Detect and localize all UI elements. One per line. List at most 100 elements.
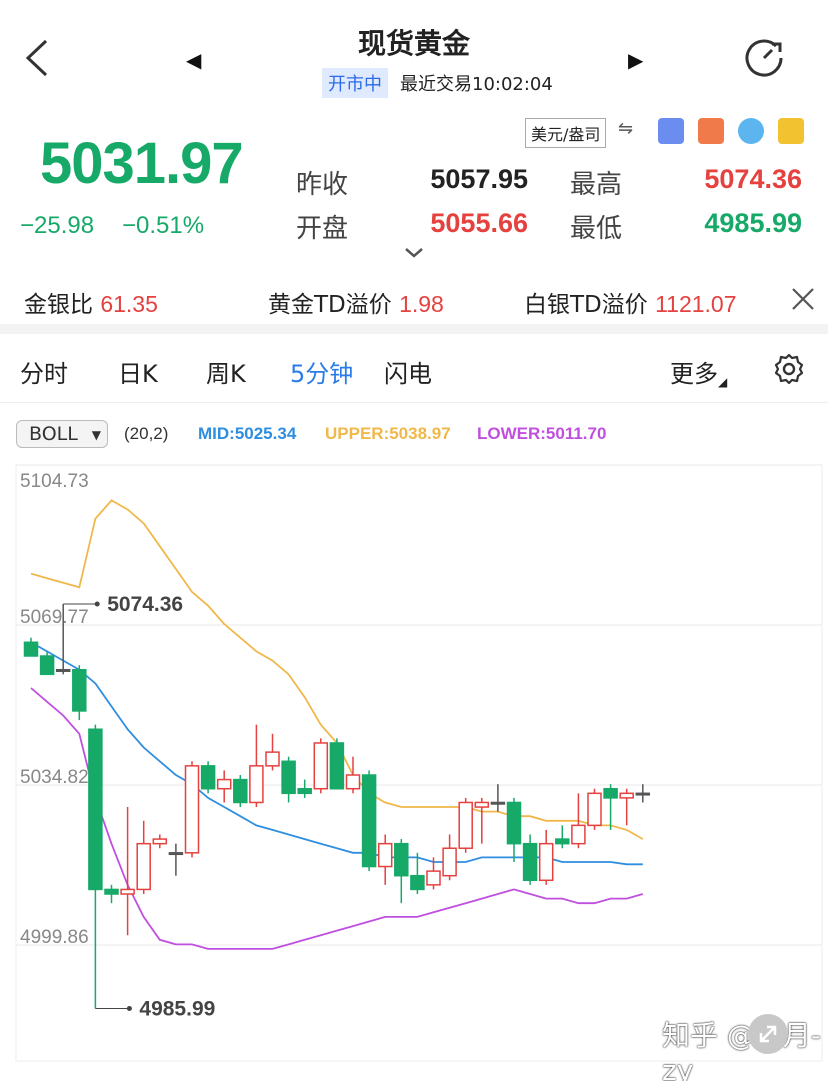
watermark: 知乎 @赵月-zy: [662, 1019, 822, 1081]
page-title: 现货黄金: [357, 27, 470, 60]
last-trade-time: 最近交易10:02:04: [400, 74, 553, 95]
candle-body: [474, 801, 490, 808]
boll-mid-value: MID:5025.34: [198, 424, 297, 443]
tab-weekly-k[interactable]: 周K: [206, 354, 246, 389]
candle-body: [394, 842, 409, 877]
status-badge: 开市中: [322, 68, 388, 98]
y-tick-label: 4999.86: [20, 927, 89, 948]
gold-silver-value: 61.35: [100, 291, 158, 317]
candle-body: [216, 778, 232, 790]
candle-body: [442, 847, 457, 877]
gold-td-premium: 黄金TD溢价 1.98: [268, 285, 444, 319]
indicator-select[interactable]: BOLL ▼: [16, 420, 108, 448]
candle-body: [104, 888, 119, 895]
app-screen: ◀ ▶ 现货黄金 开市中 最近交易10:02:04 5031.97 −25.98…: [0, 0, 828, 1081]
dropdown-triangle-icon: ▼: [91, 428, 101, 442]
tab-5min[interactable]: 5分钟: [290, 354, 353, 389]
gold-td-value: 1.98: [399, 291, 444, 317]
candle-body: [297, 787, 312, 795]
vip-icon[interactable]: [778, 118, 804, 144]
currency-unit[interactable]: 美元/盎司: [525, 118, 607, 148]
prev-close-value: 5057.95: [430, 164, 528, 194]
candle-body: [329, 742, 345, 790]
low-marker-dot: [126, 1005, 132, 1011]
candle-body: [23, 641, 39, 657]
low-marker-label: 4985.99: [139, 997, 215, 1020]
price-change: −25.98: [20, 212, 95, 239]
candlestick-chart[interactable]: 5104.73 5069.77 5034.82 4999.86 5074.36 4985.…: [0, 455, 828, 1081]
silver-td-label: 白银TD溢价: [524, 292, 648, 318]
chart-frame: [15, 464, 823, 1062]
candle-body: [120, 888, 135, 895]
pie-chart-icon[interactable]: [738, 118, 764, 144]
trade-status: 开市中 最近交易10:02:04: [322, 68, 553, 98]
tab-divider: [0, 402, 828, 403]
candle-body: [152, 838, 168, 845]
candle-body: [571, 824, 586, 845]
indicator-params: (20,2): [124, 424, 169, 443]
candle-body: [313, 742, 329, 790]
candle-body: [506, 801, 522, 845]
prev-close-label: 昨收: [296, 170, 349, 200]
candle-body: [522, 842, 538, 882]
open-label: 开盘: [296, 214, 349, 244]
tower-tool-icon[interactable]: [698, 118, 724, 144]
section-divider: [0, 324, 828, 334]
refresh-icon[interactable]: [742, 36, 786, 80]
candle-body: [281, 760, 296, 795]
candle-body: [265, 751, 280, 767]
high-marker-dot: [94, 601, 100, 607]
high-value: 5074.36: [704, 164, 802, 194]
silver-td-premium: 白银TD溢价 1121.07: [524, 285, 737, 319]
candle-body: [555, 838, 570, 845]
boll-lower-line: [30, 687, 644, 950]
candle-body: [249, 765, 264, 804]
tab-daily-k[interactable]: 日K: [118, 354, 158, 389]
open-value: 5055.66: [430, 208, 528, 238]
candle-body: [426, 870, 441, 886]
candle-body: [345, 774, 361, 790]
y-tick-label: 5034.82: [20, 767, 89, 788]
candle-body: [377, 842, 393, 868]
candle-body: [233, 778, 248, 804]
candle-body: [184, 765, 200, 854]
boll-lower-value: LOWER:5011.70: [477, 424, 607, 443]
candle-body: [200, 765, 216, 790]
candle-body: [88, 728, 103, 891]
corner-triangle-icon: ◢: [718, 375, 728, 389]
candle-body: [490, 801, 506, 805]
close-icon[interactable]: [790, 286, 816, 312]
low-value: 4985.99: [704, 208, 802, 238]
candle-body: [72, 668, 87, 712]
candle-body: [538, 842, 554, 882]
candle-body: [55, 668, 71, 672]
candle-body: [410, 874, 425, 891]
boll-upper-value: UPPER:5038.97: [325, 424, 451, 443]
tab-flash[interactable]: 闪电: [384, 354, 432, 389]
gold-silver-label: 金银比: [24, 292, 93, 318]
candle-body: [168, 852, 184, 856]
candle-body: [587, 792, 602, 827]
candle-body: [603, 787, 618, 799]
low-label: 最低: [570, 214, 623, 244]
high-marker-label: 5074.36: [107, 593, 183, 616]
candle-body: [136, 842, 151, 891]
percent-tool-icon[interactable]: [658, 118, 684, 144]
y-tick-label: 5104.73: [20, 471, 89, 492]
expand-icon: [759, 1025, 777, 1043]
candle-body: [619, 792, 634, 799]
expand-button[interactable]: [748, 1014, 788, 1054]
candle-body: [458, 801, 473, 849]
tab-more[interactable]: 更多◢: [670, 354, 727, 389]
candle-body: [361, 774, 377, 868]
indicator-name: BOLL: [29, 423, 78, 445]
candle-body: [39, 655, 55, 676]
price-change-pct: −0.51%: [122, 212, 205, 239]
gear-icon[interactable]: [772, 352, 806, 386]
chevron-down-icon[interactable]: [404, 247, 424, 259]
swap-icon[interactable]: ⇋: [618, 118, 633, 139]
y-tick-label: 5069.77: [20, 607, 89, 628]
silver-td-value: 1121.07: [655, 291, 737, 317]
candle-body: [635, 792, 651, 796]
tab-intraday[interactable]: 分时: [20, 354, 68, 389]
